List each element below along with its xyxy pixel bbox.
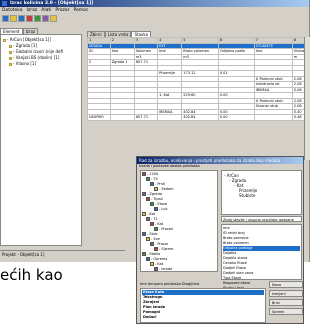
node-icon xyxy=(142,212,146,216)
status-bar: Projekt - Objekt[sa 1] xyxy=(0,250,125,258)
menu-bar: Datoteka Izraz Alati Prozor Pomoc xyxy=(0,7,309,14)
node-icon xyxy=(142,192,146,196)
node-icon xyxy=(150,242,154,246)
node-icon xyxy=(142,172,146,176)
node-icon xyxy=(154,247,158,251)
folder-icon xyxy=(9,50,12,54)
dialog-title: Rad za izrazbu, ocekivanja i prostjeti p… xyxy=(137,157,303,164)
tree-item[interactable]: - Vlasno [1] xyxy=(3,61,79,67)
node-icon xyxy=(146,197,150,201)
dialog-buttons: Nova Izmijeni Brisi Spremi xyxy=(269,281,303,317)
table-cell[interactable]: 402.84 xyxy=(181,114,219,121)
dialog-left-label: Izrada i postavke obalka predloska xyxy=(139,164,200,168)
menu-item[interactable]: Pomoc xyxy=(73,7,88,14)
vertical-scrollbar[interactable] xyxy=(304,37,310,160)
menu-item[interactable]: Izraz xyxy=(27,7,38,14)
folder-icon xyxy=(9,62,12,66)
node-icon xyxy=(154,227,158,231)
toolbar xyxy=(0,14,309,23)
menu-item[interactable]: Datoteka xyxy=(2,7,23,14)
node-icon xyxy=(154,207,158,211)
dialog-left-tree[interactable]: - 1200- T4- Prsti - Sedam - Zgrada - Tipali… xyxy=(140,170,218,272)
table-cell[interactable]: 0.00 xyxy=(217,114,255,121)
table-row: UKUPNO 607.71 402.84 0.00 0.48 xyxy=(87,114,311,121)
new-button[interactable]: Nova xyxy=(269,281,303,288)
open-icon[interactable] xyxy=(10,15,17,22)
table-cell[interactable] xyxy=(157,114,183,121)
node-icon xyxy=(146,217,150,221)
node-icon xyxy=(142,232,146,236)
settings-icon[interactable] xyxy=(42,15,49,22)
window-title: Izrac kolicina 3.0 - [Objekt[sa 1]] xyxy=(10,1,94,6)
folder-icon xyxy=(9,56,12,60)
node-icon xyxy=(150,262,154,266)
calc-icon[interactable] xyxy=(34,15,41,22)
node-icon xyxy=(154,267,158,271)
folder-icon xyxy=(9,44,12,48)
template-dialog: Rad za izrazbu, ocekivanja i prostjeti p… xyxy=(136,156,304,324)
table-cell[interactable]: 607.71 xyxy=(133,114,159,121)
node-icon xyxy=(154,187,158,191)
node-icon xyxy=(150,222,154,226)
delete-button[interactable]: Brisi xyxy=(269,299,303,306)
tree-item[interactable]: - Izrada xyxy=(142,267,216,272)
node-icon xyxy=(146,257,150,261)
tree-item[interactable]: Stubiste xyxy=(224,193,299,198)
node-icon xyxy=(150,202,154,206)
save-button[interactable]: Spremi xyxy=(269,308,303,315)
data-grid[interactable]: 1 2 3 4 5 6 7 8 IZRADA EXT STUDIETE ID Ime Volumen Ime… xyxy=(87,37,311,121)
caption-text: ećih kao xyxy=(0,266,63,284)
tab-element[interactable]: Element xyxy=(0,28,23,34)
list-item[interactable]: Dodaci xyxy=(142,315,264,320)
project-tree: - ArCon [Objekt[sa 1]] - Zgrada [1] - Gl… xyxy=(0,34,82,246)
tab-izraz[interactable]: Izraz xyxy=(22,28,39,34)
node-icon xyxy=(142,252,146,256)
folder-icon xyxy=(3,38,6,42)
help-icon[interactable] xyxy=(50,15,57,22)
menu-item[interactable]: Alati xyxy=(41,7,51,14)
menu-item[interactable]: Prozor xyxy=(55,7,69,14)
table-cell[interactable] xyxy=(109,114,135,121)
column-select[interactable]: Zbroj stavke i ukupno rezultate izabrane… xyxy=(221,216,302,228)
save-icon[interactable] xyxy=(18,15,25,22)
left-panel: Element Izraz - ArCon [Objekt[sa 1]] - Z… xyxy=(0,28,82,248)
node-icon xyxy=(146,237,150,241)
node-icon xyxy=(146,177,150,181)
excel-icon[interactable] xyxy=(26,15,33,22)
title-bar: Izrac kolicina 3.0 - [Objekt[sa 1]] xyxy=(0,0,309,7)
table-cell[interactable]: UKUPNO xyxy=(87,114,111,121)
column-list[interactable]: Ime ID redni broj Broto povrsina Broto volu… xyxy=(221,224,302,290)
table-cell[interactable] xyxy=(253,114,293,121)
new-icon[interactable] xyxy=(2,15,9,22)
template-list[interactable]: Etaze Kata Tekstrogn Zbrojevi Plan Izrade Po… xyxy=(140,288,266,323)
template-name-label: Ime tempora predloska xyxy=(140,282,181,286)
template-name-row: Ime tempora predloska Dragljivka xyxy=(140,281,199,287)
template-name-value[interactable]: Dragljivka xyxy=(182,282,200,286)
edit-button[interactable]: Izmijeni xyxy=(269,290,303,297)
app-icon xyxy=(2,1,7,6)
dialog-right-tree[interactable]: - ArCon - Zgrada - Kat Prizemlje Stubiste xyxy=(221,170,302,215)
node-icon xyxy=(150,182,154,186)
